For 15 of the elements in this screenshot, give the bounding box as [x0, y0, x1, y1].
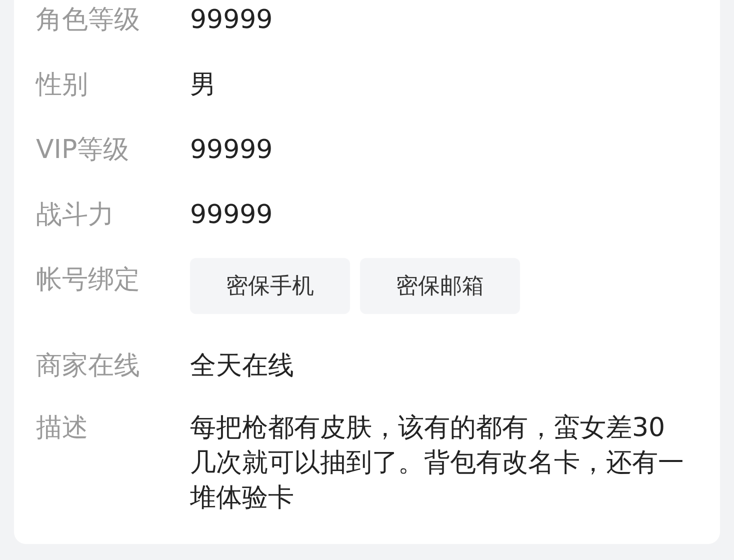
binding-button[interactable]: 密保手机 — [190, 258, 350, 314]
field-label: 战斗力 — [36, 199, 115, 232]
field-label: VIP等级 — [36, 134, 130, 167]
field-label: 帐号绑定 — [36, 264, 141, 297]
field-label: 性别 — [36, 69, 89, 102]
field-label: 商家在线 — [36, 350, 141, 383]
binding-button[interactable]: 密保邮箱 — [360, 258, 520, 314]
field-label: 角色等级 — [36, 4, 141, 37]
field-value: 99999 — [190, 199, 273, 232]
field-value: 99999 — [190, 4, 273, 37]
field-value: 男 — [190, 69, 216, 102]
field-value: 99999 — [190, 134, 273, 167]
field-label: 描述 — [36, 412, 89, 445]
field-value: 全天在线 — [190, 350, 294, 383]
description-text: 每把枪都有皮肤，该有的都有，蛮女差30几次就可以抽到了。背包有改名卡，还有一堆体验卡 — [190, 412, 685, 515]
